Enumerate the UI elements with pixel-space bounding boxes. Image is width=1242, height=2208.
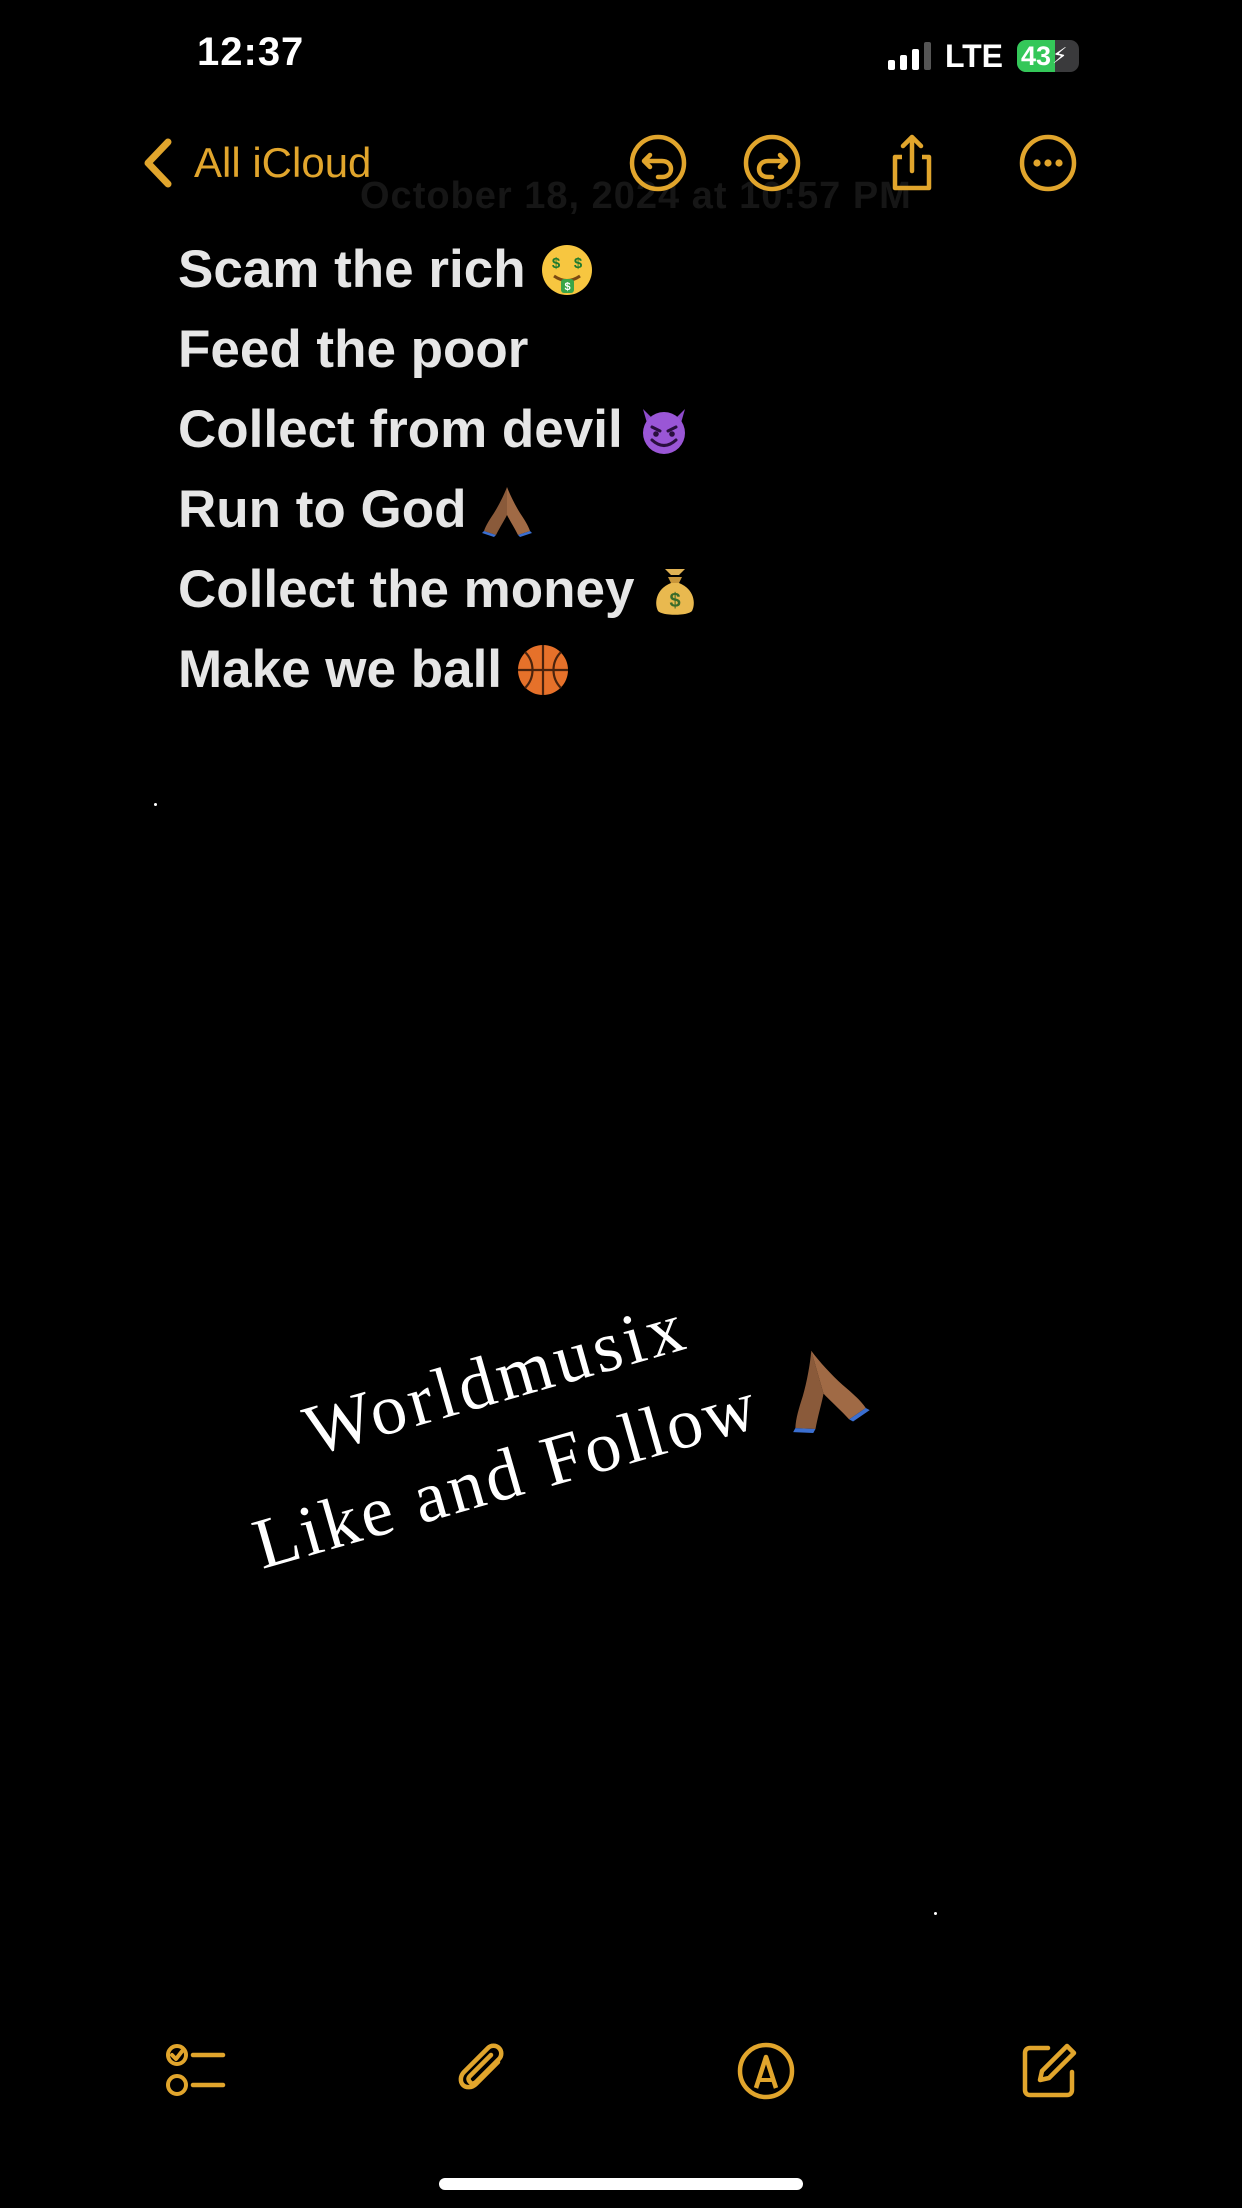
note-line: Run to God (178, 470, 1078, 550)
praying-hands-icon (482, 487, 533, 537)
charging-bolt-icon: ⚡ (1052, 43, 1068, 68)
basketball-icon (518, 645, 569, 695)
note-line: Scam the rich $ $ $ (178, 230, 1078, 310)
svg-text:$: $ (551, 255, 560, 272)
back-label: All iCloud (194, 139, 372, 186)
praying-hands-icon (793, 1350, 870, 1433)
chevron-left-icon (144, 138, 172, 188)
stray-dot (934, 1912, 937, 1915)
more-options-icon[interactable] (1018, 133, 1078, 193)
note-line-text: Make we ball (178, 640, 503, 699)
note-body[interactable]: Scam the rich $ $ $ Feed the poor Collec… (178, 230, 1078, 710)
note-line: Feed the poor (178, 310, 1078, 390)
back-button[interactable]: All iCloud (140, 133, 371, 193)
checklist-icon[interactable] (165, 2040, 227, 2102)
svg-text:$: $ (564, 281, 570, 293)
note-line-text: Run to God (178, 480, 467, 539)
status-indicators: LTE 43 ⚡ (887, 37, 1079, 74)
status-time: 12:37 (197, 30, 305, 74)
paperclip-icon[interactable] (454, 2040, 516, 2102)
note-line-text: Collect from devil (178, 400, 623, 459)
stray-dot (154, 803, 157, 806)
home-indicator[interactable] (439, 2178, 803, 2190)
share-icon[interactable] (882, 133, 942, 193)
note-line: Collect from devil (178, 390, 1078, 470)
network-type: LTE (944, 37, 1003, 74)
redo-icon[interactable] (742, 133, 802, 193)
note-line: Make we ball (178, 630, 1078, 710)
note-line-text: Feed the poor (178, 320, 529, 379)
note-line: Collect the money $ (178, 550, 1078, 630)
smiling-devil-icon (642, 409, 685, 454)
battery-icon: 43 ⚡ (1017, 40, 1079, 72)
compose-icon[interactable] (1018, 2040, 1080, 2102)
undo-icon[interactable] (628, 133, 688, 193)
note-line-text: Collect the money (178, 560, 635, 619)
note-line-text: Scam the rich (178, 240, 526, 299)
money-mouth-face-icon: $ $ $ (541, 245, 592, 295)
markup-pen-icon[interactable] (735, 2040, 797, 2102)
svg-text:$: $ (573, 255, 582, 272)
battery-level: 43 (1021, 41, 1052, 71)
money-bag-icon: $ (656, 569, 695, 615)
cellular-signal-icon (887, 42, 931, 70)
svg-text:$: $ (670, 590, 681, 612)
watermark: Worldmusix Like and Follow (185, 1107, 870, 1585)
